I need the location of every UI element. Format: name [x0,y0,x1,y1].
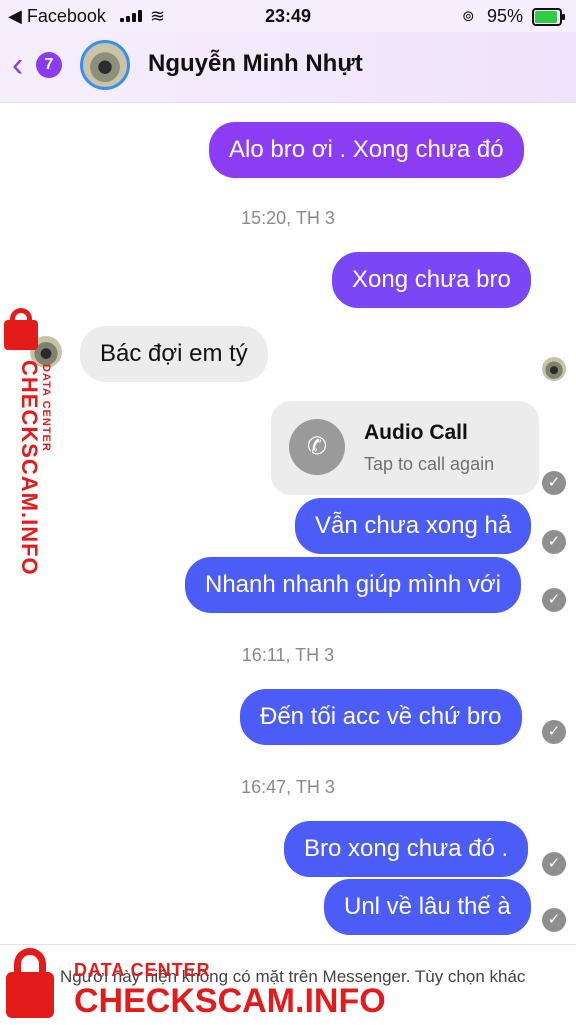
watermark-top: DATA CENTER [74,960,211,980]
message-bubble-outgoing[interactable]: Đến tối acc về chứ bro [240,689,522,745]
call-subtitle[interactable]: Tap to call again [364,454,494,475]
call-title: Audio Call [364,421,468,444]
delivered-check-icon: ✓ [542,530,566,554]
seen-avatar [542,357,566,381]
contact-avatar[interactable] [80,40,130,90]
watermark-side: CHECKSCAM.INFO DATA CENTER [2,308,62,598]
rotation-lock-icon: ⊚ [462,8,475,25]
unread-count-badge[interactable]: 7 [36,52,62,78]
status-bar: ◀ Facebook ≋ 23:49 ⊚ 95% [0,0,576,32]
watermark-bottom: DATA CENTER CHECKSCAM.INFO [4,944,404,1024]
watermark-top: DATA CENTER [40,364,52,452]
message-bubble-outgoing[interactable]: Unl về lâu thế à [324,879,531,935]
audio-call-card[interactable]: ✆ Audio Call Tap to call again [271,401,539,495]
delivered-check-icon: ✓ [542,471,566,495]
message-bubble-incoming[interactable]: Bác đợi em tý [80,326,268,382]
watermark-brand: CHECKSCAM.INFO [17,360,42,576]
delivered-check-icon: ✓ [542,908,566,932]
message-bubble-outgoing[interactable]: Nhanh nhanh giúp mình với [185,557,521,613]
watermark-brand: CHECKSCAM.INFO [74,982,386,1020]
chat-header: ‹ 7 Nguyễn Minh Nhựt [0,32,576,102]
timestamp: 16:11, TH 3 [241,645,335,665]
battery-percent: 95% [487,6,524,26]
delivered-check-icon: ✓ [542,588,566,612]
delivered-check-icon: ✓ [542,720,566,744]
message-bubble-outgoing[interactable]: Xong chưa bro [332,252,531,308]
message-bubble-outgoing[interactable]: Bro xong chưa đó . [284,821,529,877]
timestamp: 16:47, TH 3 [241,777,335,797]
timestamp: 15:20, TH 3 [241,208,335,228]
delivered-check-icon: ✓ [542,852,566,876]
message-bubble-outgoing[interactable]: Vẫn chưa xong hả [295,498,532,554]
missed-call-icon: ✆ [289,419,345,475]
battery-icon [532,8,565,26]
back-chevron-icon[interactable]: ‹ [12,48,23,82]
message-bubble-outgoing[interactable]: Alo bro ơi . Xong chưa đó [209,122,524,178]
contact-name[interactable]: Nguyễn Minh Nhựt [148,50,363,78]
